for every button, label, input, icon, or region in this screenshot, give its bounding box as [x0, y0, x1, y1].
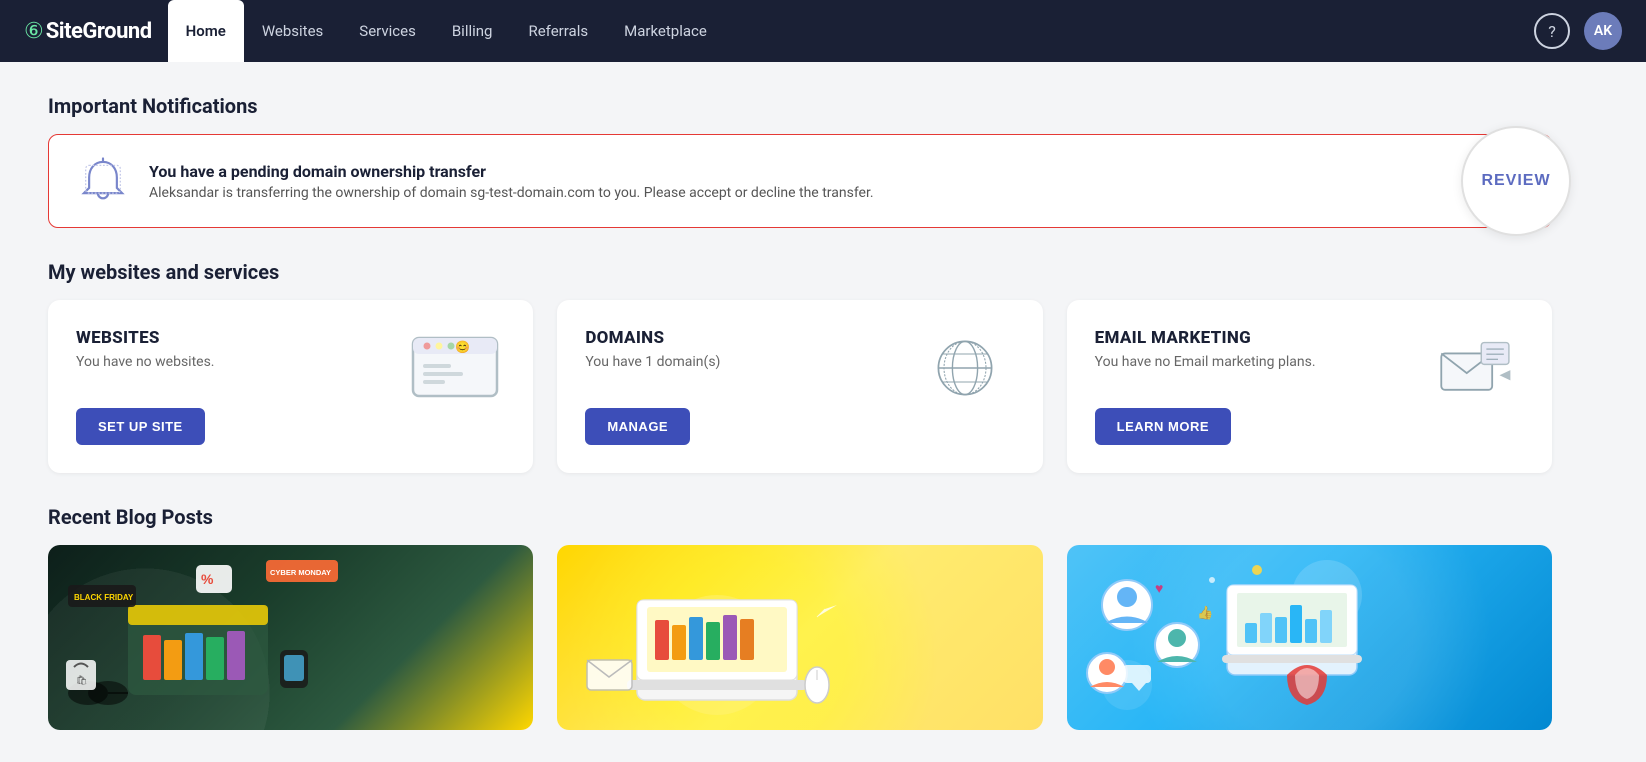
- nav-item-referrals[interactable]: Referrals: [510, 0, 606, 62]
- websites-card-top: WEBSITES You have no websites.: [76, 328, 505, 408]
- svg-text:♥: ♥: [1155, 580, 1163, 596]
- services-title: My websites and services: [48, 260, 1552, 284]
- email-marketing-card-desc: You have no Email marketing plans.: [1095, 354, 1424, 370]
- notification-description: Aleksandar is transferring the ownership…: [149, 185, 1523, 201]
- blog-card-3[interactable]: ♥ 👍: [1067, 545, 1552, 730]
- nav-item-websites[interactable]: Websites: [244, 0, 341, 62]
- help-button[interactable]: ?: [1534, 13, 1570, 49]
- email-marketing-card-info: EMAIL MARKETING You have no Email market…: [1095, 328, 1424, 390]
- notification-body: You have a pending domain ownership tran…: [149, 162, 1523, 201]
- review-btn-wrap: REVIEW: [1461, 126, 1571, 236]
- websites-card-info: WEBSITES You have no websites.: [76, 328, 405, 390]
- domains-card-image: [915, 328, 1015, 408]
- notifications-section: Important Notifications You have a pendi…: [48, 94, 1552, 228]
- services-grid: WEBSITES You have no websites.: [48, 300, 1552, 473]
- domains-card: DOMAINS You have 1 domain(s): [557, 300, 1042, 473]
- logo[interactable]: ⑥ SiteGround: [24, 19, 152, 44]
- email-marketing-card-top: EMAIL MARKETING You have no Email market…: [1095, 328, 1524, 408]
- domains-card-top: DOMAINS You have 1 domain(s): [585, 328, 1014, 408]
- email-marketing-card-image: [1424, 328, 1524, 408]
- blog-card-2[interactable]: [557, 545, 1042, 730]
- logo-text: SiteGround: [46, 19, 152, 44]
- notification-title: You have a pending domain ownership tran…: [149, 162, 1523, 181]
- blog-grid: % BLACK FRIDAY CYBER MONDAY: [48, 545, 1552, 730]
- websites-card-desc: You have no websites.: [76, 354, 405, 370]
- notification-card: You have a pending domain ownership tran…: [48, 134, 1552, 228]
- websites-card-image: 😊: [405, 328, 505, 408]
- navbar: ⑥ SiteGround Home Websites Services Bill…: [0, 0, 1646, 62]
- logo-icon: ⑥: [24, 19, 44, 44]
- services-section: My websites and services WEBSITES You ha…: [48, 260, 1552, 473]
- nav-item-services[interactable]: Services: [341, 0, 434, 62]
- blog-section: Recent Blog Posts: [48, 505, 1552, 730]
- notifications-title: Important Notifications: [48, 94, 1552, 118]
- nav-right: ? AK: [1534, 12, 1622, 50]
- nav-links: Home Websites Services Billing Referrals…: [168, 0, 725, 62]
- blog-card-3-inner: ♥ 👍: [1067, 545, 1552, 730]
- svg-text:👍: 👍: [1197, 605, 1213, 620]
- main-content: Important Notifications You have a pendi…: [0, 62, 1600, 762]
- user-avatar[interactable]: AK: [1584, 12, 1622, 50]
- learn-more-button[interactable]: LEARN MORE: [1095, 408, 1231, 445]
- svg-text:CYBER MONDAY: CYBER MONDAY: [270, 568, 331, 577]
- blog-title: Recent Blog Posts: [48, 505, 1552, 529]
- email-marketing-card-title: EMAIL MARKETING: [1095, 328, 1424, 348]
- email-marketing-card: EMAIL MARKETING You have no Email market…: [1067, 300, 1552, 473]
- blog-card-1[interactable]: % BLACK FRIDAY CYBER MONDAY: [48, 545, 533, 730]
- domains-card-title: DOMAINS: [585, 328, 914, 348]
- setup-site-button[interactable]: SET UP SITE: [76, 408, 205, 445]
- svg-text:🛍: 🛍: [76, 675, 87, 685]
- review-button[interactable]: REVIEW: [1461, 126, 1571, 236]
- svg-text:BLACK FRIDAY: BLACK FRIDAY: [74, 593, 134, 602]
- websites-card-title: WEBSITES: [76, 328, 405, 348]
- help-icon: ?: [1548, 22, 1556, 41]
- nav-item-billing[interactable]: Billing: [434, 0, 511, 62]
- notification-icon: [77, 155, 129, 207]
- nav-item-home[interactable]: Home: [168, 0, 244, 62]
- svg-text:%: %: [201, 571, 214, 587]
- manage-button[interactable]: MANAGE: [585, 408, 690, 445]
- nav-item-marketplace[interactable]: Marketplace: [606, 0, 725, 62]
- domains-card-desc: You have 1 domain(s): [585, 354, 914, 370]
- domains-card-info: DOMAINS You have 1 domain(s): [585, 328, 914, 390]
- user-initials: AK: [1594, 23, 1612, 39]
- blog-card-2-inner: [557, 545, 1042, 730]
- svg-text:😊: 😊: [455, 340, 470, 354]
- websites-card: WEBSITES You have no websites.: [48, 300, 533, 473]
- blog-card-1-inner: % BLACK FRIDAY CYBER MONDAY: [48, 545, 533, 730]
